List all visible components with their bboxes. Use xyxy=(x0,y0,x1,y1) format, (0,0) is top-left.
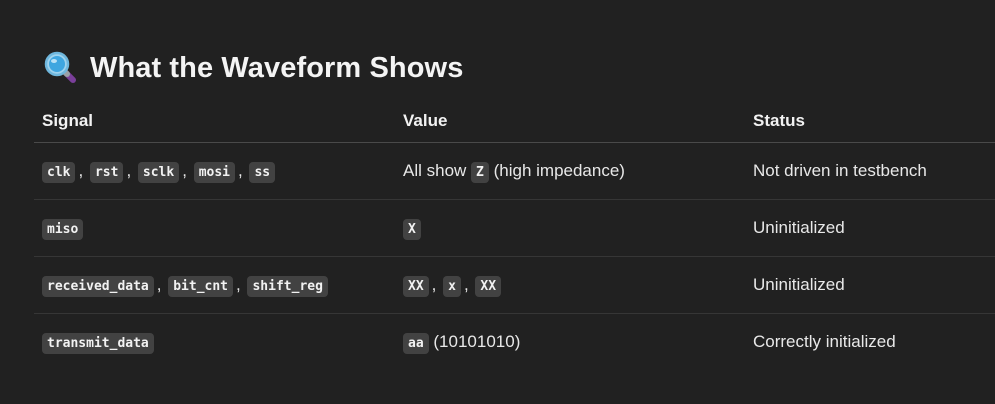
separator: , xyxy=(182,161,187,180)
signal-code: clk xyxy=(42,162,76,183)
value-text: All show xyxy=(403,161,467,180)
table-row: received_data, bit_cnt, shift_reg XX, x,… xyxy=(34,256,995,314)
value-cell: aa (10101010) xyxy=(395,314,745,371)
signal-cell: received_data, bit_cnt, shift_reg xyxy=(34,256,395,314)
table-row: miso X Uninitialized xyxy=(34,199,995,257)
signal-code: received_data xyxy=(42,276,154,297)
signal-cell: miso xyxy=(34,199,395,257)
table-header-row: Signal Value Status xyxy=(34,100,995,143)
signal-cell: clk, rst, sclk, mosi, ss xyxy=(34,142,395,200)
signal-code: ss xyxy=(249,162,276,183)
section-title: What the Waveform Shows xyxy=(90,51,464,84)
column-header-signal: Signal xyxy=(34,100,395,143)
value-code: XX xyxy=(403,276,429,297)
separator: , xyxy=(431,275,437,294)
value-code: X xyxy=(403,219,421,240)
separator: , xyxy=(78,161,84,180)
separator: , xyxy=(238,161,243,180)
value-code: XX xyxy=(475,276,502,297)
signal-code: bit_cnt xyxy=(168,276,234,297)
column-header-value: Value xyxy=(395,100,745,143)
value-cell: X xyxy=(395,199,745,257)
value-cell: All show Z (high impedance) xyxy=(395,142,745,200)
signal-code: miso xyxy=(42,219,84,240)
section-heading: What the Waveform Shows xyxy=(44,48,463,88)
magnifying-glass-icon xyxy=(44,51,76,83)
signal-code: sclk xyxy=(137,162,180,183)
value-cell: XX, x, XX xyxy=(395,256,745,314)
status-cell: Uninitialized xyxy=(745,256,995,314)
separator: , xyxy=(463,275,469,294)
status-cell: Not driven in testbench xyxy=(745,142,995,200)
value-text: (10101010) xyxy=(433,332,521,351)
table-row: transmit_data aa (10101010) Correctly in… xyxy=(34,314,995,371)
value-code: Z xyxy=(471,162,489,183)
signal-code: mosi xyxy=(193,162,235,183)
value-code: aa xyxy=(403,333,429,354)
signal-code: shift_reg xyxy=(247,276,328,297)
signal-cell: transmit_data xyxy=(34,314,395,371)
signal-code: transmit_data xyxy=(42,333,154,354)
value-code: x xyxy=(443,276,461,297)
separator: , xyxy=(126,161,132,180)
column-header-status: Status xyxy=(745,100,995,143)
separator: , xyxy=(156,275,162,294)
value-text: (high impedance) xyxy=(493,161,625,180)
status-cell: Correctly initialized xyxy=(753,332,896,351)
signal-code: rst xyxy=(89,162,124,183)
waveform-table: Signal Value Status clk, rst, sclk, mosi… xyxy=(34,100,995,370)
separator: , xyxy=(236,275,241,294)
table-row: clk, rst, sclk, mosi, ss All show Z (hig… xyxy=(34,142,995,200)
status-cell: Uninitialized xyxy=(745,199,995,257)
